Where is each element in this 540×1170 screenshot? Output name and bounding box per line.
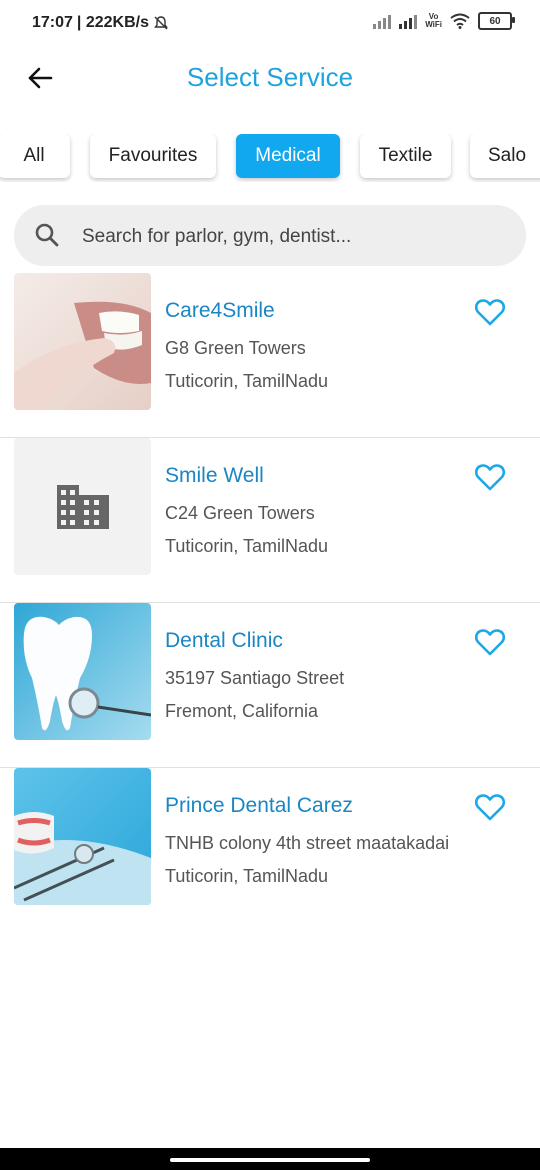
battery-level: 60 — [489, 15, 501, 27]
search-bar[interactable] — [14, 205, 526, 268]
network-speed: | 222KB/s — [76, 14, 149, 31]
chip-textile[interactable]: Textile — [360, 134, 451, 178]
service-name: Prince Dental Carez — [165, 794, 353, 817]
search-icon — [35, 223, 59, 247]
status-time: 17:07 — [32, 14, 73, 31]
chip-medical[interactable]: Medical — [236, 134, 340, 178]
heart-icon[interactable] — [474, 297, 506, 327]
service-address: TNHB colony 4th street maatakadai — [165, 833, 450, 853]
service-address: 35197 Santiago Street — [165, 668, 345, 688]
heart-icon[interactable] — [474, 462, 506, 492]
service-city: Fremont, California — [165, 701, 319, 721]
signal-icon — [399, 13, 418, 29]
filter-chips: All Favourites Medical Textile Salo — [0, 134, 540, 182]
list-item[interactable]: Prince Dental Carez TNHB colony 4th stre… — [0, 768, 540, 932]
service-city: Tuticorin, TamilNadu — [165, 866, 329, 886]
service-address: G8 Green Towers — [165, 338, 306, 358]
header: Select Service — [0, 48, 540, 108]
building-icon — [57, 485, 109, 529]
status-bar: 17:07 | 222KB/s Vo WiFi 60 — [0, 0, 540, 48]
service-city: Tuticorin, TamilNadu — [165, 536, 329, 556]
service-name: Dental Clinic — [165, 629, 283, 652]
chip-all[interactable]: All — [0, 134, 70, 178]
chip-salon[interactable]: Salo — [470, 134, 540, 178]
tooth-photo — [14, 603, 151, 740]
list-item[interactable]: Care4Smile G8 Green Towers Tuticorin, Ta… — [0, 273, 540, 438]
service-city: Tuticorin, TamilNadu — [165, 371, 329, 391]
wifi-icon — [450, 13, 470, 29]
status-right: Vo WiFi 60 — [373, 12, 515, 30]
vowifi-icon: Vo WiFi — [425, 13, 442, 29]
chip-favourites[interactable]: Favourites — [90, 134, 216, 178]
heart-icon[interactable] — [474, 792, 506, 822]
service-list: Care4Smile G8 Green Towers Tuticorin, Ta… — [0, 273, 540, 932]
system-nav-bar — [0, 1148, 540, 1170]
heart-icon[interactable] — [474, 627, 506, 657]
list-item[interactable]: Smile Well C24 Green Towers Tuticorin, T… — [0, 438, 540, 603]
page-title: Select Service — [186, 62, 354, 92]
battery-icon: 60 — [478, 12, 515, 30]
service-name: Care4Smile — [165, 299, 275, 322]
service-address: C24 Green Towers — [165, 503, 315, 523]
teeth-photo — [14, 273, 151, 410]
home-handle[interactable] — [170, 1158, 370, 1162]
list-item[interactable]: Dental Clinic 35197 Santiago Street Frem… — [0, 603, 540, 768]
status-left: 17:07 | 222KB/s — [32, 14, 169, 32]
dental-tools-photo — [14, 768, 151, 905]
signal-icon — [373, 13, 392, 29]
service-name: Smile Well — [165, 464, 264, 487]
search-input[interactable] — [80, 205, 504, 268]
bell-muted-icon — [154, 16, 168, 30]
building-icon-thumb — [14, 438, 151, 575]
vowifi-bottom-label: WiFi — [425, 20, 442, 29]
